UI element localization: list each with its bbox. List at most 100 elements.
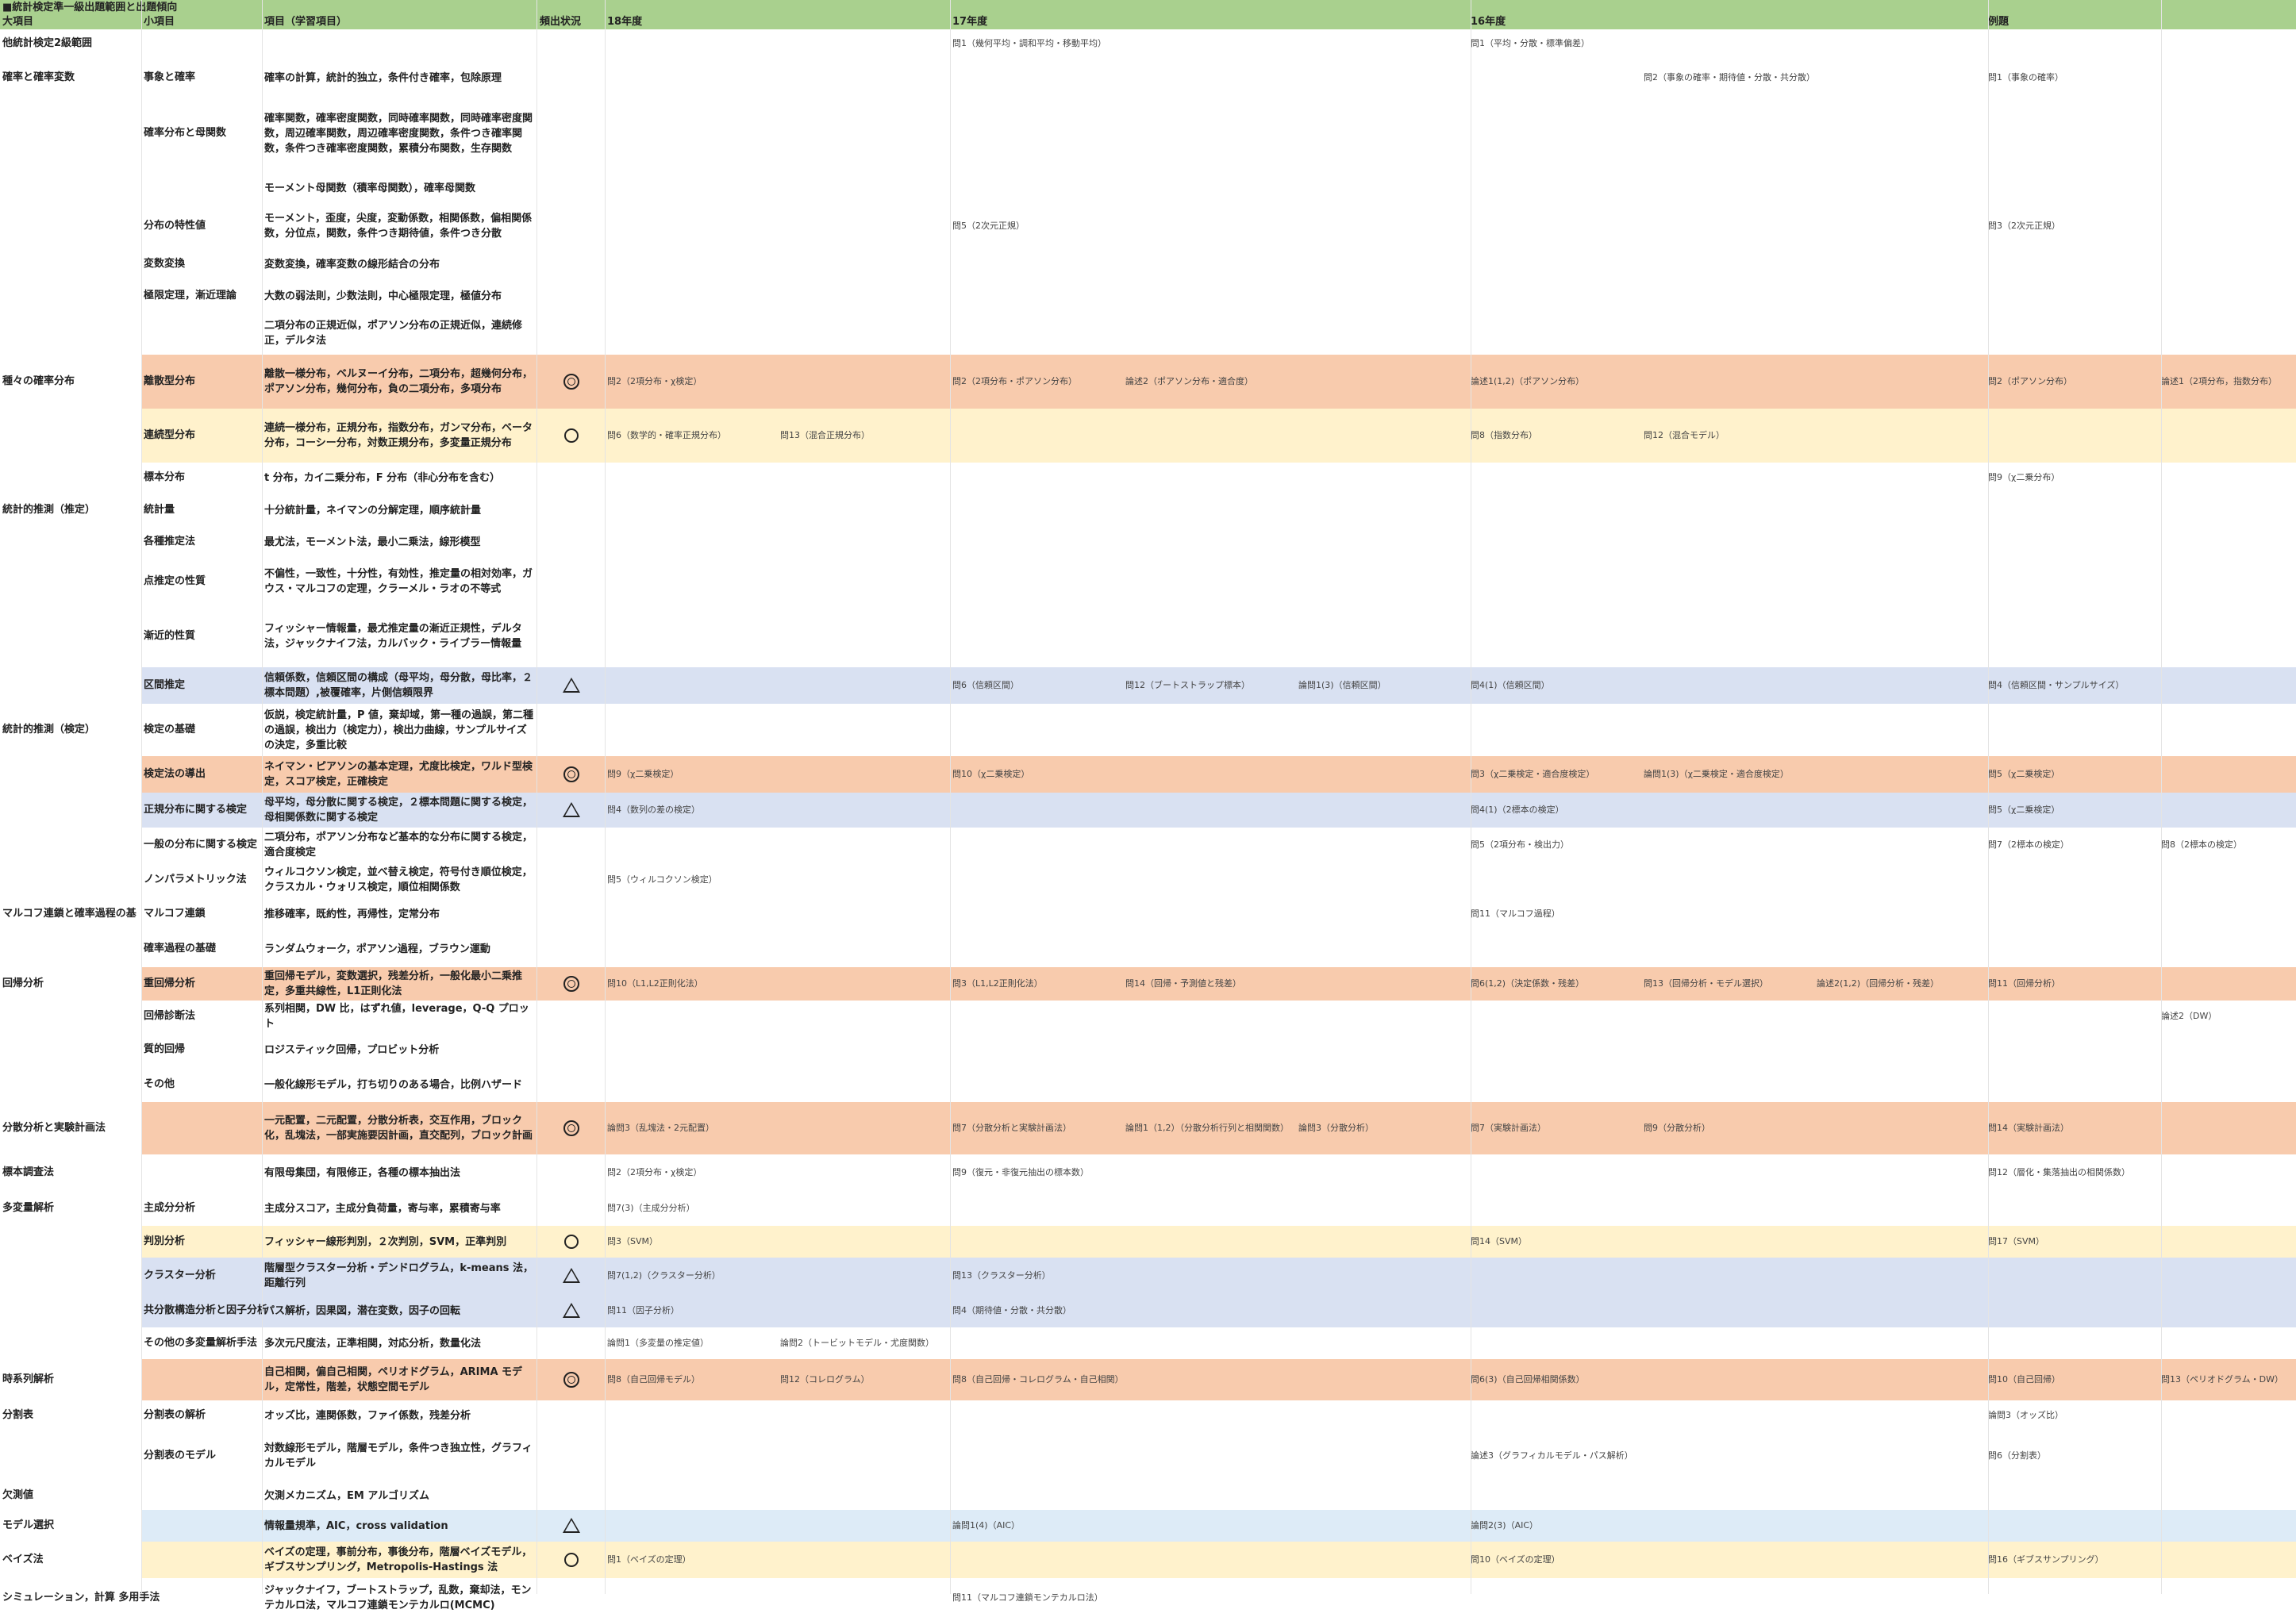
cell-study-item[interactable]: 一元配置，二元配置，分散分析表，交互作用，ブロック化，乱塊法，一部実施要因計画，… xyxy=(264,1103,534,1154)
cell-2016-question[interactable]: 問12（混合モデル） xyxy=(1644,428,1725,443)
cell-study-item[interactable]: 主成分スコア，主成分負荷量，寄与率，累積寄与率 xyxy=(264,1192,534,1225)
cell-minor-category[interactable]: その他の多変量解析手法 xyxy=(144,1335,257,1350)
cell-minor-category[interactable]: 分割表の解析 xyxy=(144,1408,206,1423)
cell-example-question[interactable]: 問11（回帰分析） xyxy=(1988,976,2060,991)
cell-2017-question[interactable]: 論問1(4)（AIC） xyxy=(952,1518,1020,1533)
cell-study-item[interactable]: 有限母集団，有限修正，各種の標本抽出法 xyxy=(264,1155,534,1190)
cell-2016-question[interactable]: 問6(3)（自己回帰相関係数） xyxy=(1471,1372,1585,1387)
cell-minor-category[interactable]: 確率過程の基礎 xyxy=(144,941,216,956)
cell-2018-question[interactable]: 論問1（多変量の推定値） xyxy=(607,1335,709,1350)
cell-minor-category[interactable]: マルコフ連鎖 xyxy=(144,906,206,921)
cell-minor-category[interactable]: 主成分分析 xyxy=(144,1200,195,1216)
cell-minor-category[interactable]: 検定法の導出 xyxy=(144,766,206,782)
cell-study-item[interactable]: フィッシャー情報量，最尤推定量の漸近正規性，デルタ法，ジャックナイフ法，カルバッ… xyxy=(264,606,534,666)
cell-minor-category[interactable]: 質的回帰 xyxy=(144,1042,185,1057)
cell-2017-question[interactable]: 論問1(3)（信頼区間） xyxy=(1298,678,1386,693)
col-header-2017[interactable]: 17年度 xyxy=(952,14,987,29)
cell-study-item[interactable]: 重回帰モデル，変数選択，残差分析，一般化最小二乗推定，多重共線性，L1正則化法 xyxy=(264,968,534,1000)
cell-2016-question[interactable]: 問3（χ二乗検定・適合度検定） xyxy=(1471,766,1594,782)
cell-study-item[interactable]: 二項分布の正規近似，ポアソン分布の正規近似，連続修正，デルタ法 xyxy=(264,313,534,354)
cell-major-category[interactable]: マルコフ連鎖と確率過程の基 xyxy=(2,906,137,921)
cell-study-item[interactable]: ロジスティック回帰，プロビット分析 xyxy=(264,1033,534,1066)
cell-2016-question[interactable]: 問11（マルコフ過程） xyxy=(1471,906,1560,921)
cell-2017-question[interactable]: 論述2（ポアソン分布・適合度） xyxy=(1125,374,1253,389)
cell-example-question[interactable]: 問4（信頼区間・サンプルサイズ） xyxy=(1988,678,2124,693)
cell-study-item[interactable]: ウィルコクソン検定，並べ替え検定，符号付き順位検定，クラスカル・ウォリス検定，順… xyxy=(264,863,534,897)
cell-2018-question[interactable]: 論問2（トービットモデル・尤度関数） xyxy=(780,1335,934,1350)
cell-minor-category[interactable]: 離散型分布 xyxy=(144,374,195,389)
cell-minor-category[interactable]: 共分散構造分析と因子分析 xyxy=(144,1303,267,1318)
cell-study-item[interactable]: 一般化線形モデル，打ち切りのある場合，比例ハザード xyxy=(264,1068,534,1101)
cell-2016-question[interactable]: 問4(1)（2標本の検定） xyxy=(1471,802,1564,817)
cell-example-question[interactable]: 問17（SVM） xyxy=(1988,1234,2044,1249)
cell-study-item[interactable]: ネイマン・ピアソンの基本定理，尤度比検定，ワルド型検定，スコア検定，正確検定 xyxy=(264,757,534,792)
sheet-title[interactable]: ■統計検定準一級出題範囲と出題傾向 xyxy=(2,0,177,15)
cell-example-question[interactable]: 問2（ポアソン分布） xyxy=(1988,374,2072,389)
col-header-2018[interactable]: 18年度 xyxy=(607,14,642,29)
cell-minor-category[interactable]: 各種推定法 xyxy=(144,534,195,549)
col-header-minor[interactable]: 小項目 xyxy=(144,14,175,29)
cell-2017-question[interactable]: 問6（信頼区間） xyxy=(952,678,1019,693)
cell-minor-category[interactable]: クラスター分析 xyxy=(144,1268,216,1283)
cell-study-item[interactable]: 連続一様分布，正規分布，指数分布，ガンマ分布，ベータ分布，コーシー分布，対数正規… xyxy=(264,409,534,462)
cell-example-question[interactable]: 論問3（オッズ比） xyxy=(1988,1408,2063,1423)
cell-example-question[interactable]: 問3（2次元正規） xyxy=(1988,218,2060,233)
cell-minor-category[interactable]: 分布の特性値 xyxy=(144,218,206,233)
cell-2018-question[interactable]: 問7(3)（主成分分析） xyxy=(607,1200,695,1216)
cell-study-item[interactable]: 十分統計量，ネイマンの分解定理，順序統計量 xyxy=(264,495,534,525)
cell-study-item[interactable]: オッズ比，連関係数，ファイ係数，残差分析 xyxy=(264,1401,534,1430)
cell-study-item[interactable]: 離散一様分布，ベルヌーイ分布，二項分布，超幾何分布，ポアソン分布，幾何分布，負の… xyxy=(264,355,534,408)
cell-minor-category[interactable]: 極限定理，漸近理論 xyxy=(144,288,237,303)
cell-major-category[interactable]: 多変量解析 xyxy=(2,1200,54,1216)
cell-2018-question[interactable]: 問5（ウィルコクソン検定） xyxy=(607,872,717,887)
cell-2018-question[interactable]: 問13（混合正規分布） xyxy=(780,428,870,443)
cell-minor-category[interactable]: その他 xyxy=(144,1077,175,1092)
cell-study-item[interactable]: フィッシャー線形判別，２次判別，SVM，正準判別 xyxy=(264,1227,534,1257)
cell-2016-question[interactable]: 問9（分散分析） xyxy=(1644,1120,1710,1135)
cell-major-category[interactable]: 分散分析と実験計画法 xyxy=(2,1120,106,1135)
cell-major-category[interactable]: 時系列解析 xyxy=(2,1372,54,1387)
cell-2018-question[interactable]: 問12（コレログラム） xyxy=(780,1372,870,1387)
cell-study-item[interactable]: ランダムウォーク，ポアソン過程，ブラウン運動 xyxy=(264,931,534,966)
col-header-major[interactable]: 大項目 xyxy=(2,14,33,29)
cell-example-question[interactable]: 問12（層化・集落抽出の相関係数） xyxy=(1988,1165,2130,1180)
cell-study-item[interactable]: 多次元尺度法，正準相関，対応分析，数量化法 xyxy=(264,1328,534,1358)
cell-2018-question[interactable]: 論問3（乱塊法・2元配置） xyxy=(607,1120,714,1135)
cell-minor-category[interactable]: 分割表のモデル xyxy=(144,1448,216,1463)
cell-minor-category[interactable]: 検定の基礎 xyxy=(144,722,195,737)
cell-study-item[interactable]: 大数の弱法則，少数法則，中心極限定理，極値分布 xyxy=(264,282,534,309)
cell-example-question[interactable]: 問14（実験計画法） xyxy=(1988,1120,2069,1135)
cell-minor-category[interactable]: 点推定の性質 xyxy=(144,574,206,589)
cell-minor-category[interactable]: 区間推定 xyxy=(144,678,185,693)
cell-2018-question[interactable]: 問2（2項分布・χ検定） xyxy=(607,1165,702,1180)
cell-2016-question[interactable]: 問1（平均・分散・標準偏差） xyxy=(1471,36,1590,51)
cell-minor-category[interactable]: ノンパラメトリック法 xyxy=(144,872,247,887)
cell-minor-category[interactable]: 回帰診断法 xyxy=(144,1008,195,1024)
cell-2017-question[interactable]: 問12（ブートストラップ標本） xyxy=(1125,678,1250,693)
cell-2018-question[interactable]: 問4（数列の差の検定） xyxy=(607,802,700,817)
cell-2018-question[interactable]: 問8（自己回帰モデル） xyxy=(607,1372,700,1387)
col-header-example[interactable]: 例題 xyxy=(1988,14,2009,29)
cell-study-item[interactable]: 二項分布，ポアソン分布など基本的な分布に関する検定，適合度検定 xyxy=(264,828,534,862)
cell-2017-question[interactable]: 問5（2次元正規） xyxy=(952,218,1025,233)
cell-study-item[interactable]: 不偏性，一致性，十分性，有効性，推定量の相対効率，ガウス・マルコフの定理，クラー… xyxy=(264,559,534,605)
cell-major-category[interactable]: 確率と確率変数 xyxy=(2,70,75,85)
cell-study-item[interactable]: ジャックナイフ，ブートストラップ，乱数，棄却法，モンテカルロ法，マルコフ連鎖モン… xyxy=(264,1579,534,1617)
cell-study-item[interactable]: 階層型クラスター分析・デンドログラム，k-means 法，距離行列 xyxy=(264,1258,534,1293)
cell-2016-question[interactable]: 問7（実験計画法） xyxy=(1471,1120,1546,1135)
cell-major-category[interactable]: 統計的推測（検定） xyxy=(2,722,95,737)
cell-2017-question[interactable]: 問2（2項分布・ポアソン分布） xyxy=(952,374,1077,389)
cell-2018-question[interactable]: 問6（数学的・確率正規分布） xyxy=(607,428,726,443)
cell-2017-question[interactable]: 問11（マルコフ連鎖モンテカルロ法） xyxy=(952,1590,1103,1605)
cell-2016-question[interactable]: 問14（SVM） xyxy=(1471,1234,1527,1249)
cell-minor-category[interactable]: 連続型分布 xyxy=(144,428,195,443)
col-header-2016[interactable]: 16年度 xyxy=(1471,14,1506,29)
cell-study-item[interactable]: 系列相関，DW 比，はずれ値，leverage，Q-Q プロット xyxy=(264,1001,534,1031)
cell-2017-question[interactable]: 問1（幾何平均・調和平均・移動平均） xyxy=(952,36,1106,51)
cell-example-question[interactable]: 問5（χ二乗検定） xyxy=(1988,766,2059,782)
cell-major-category[interactable]: 種々の確率分布 xyxy=(2,374,75,389)
cell-2017-question[interactable]: 問13（クラスター分析） xyxy=(952,1268,1051,1283)
cell-2016-question[interactable]: 論述3（グラフィカルモデル・パス解析） xyxy=(1471,1448,1633,1463)
cell-major-category[interactable]: ベイズ法 xyxy=(2,1552,44,1567)
cell-study-item[interactable]: 最尤法，モーメント法，最小二乗法，線形模型 xyxy=(264,527,534,557)
